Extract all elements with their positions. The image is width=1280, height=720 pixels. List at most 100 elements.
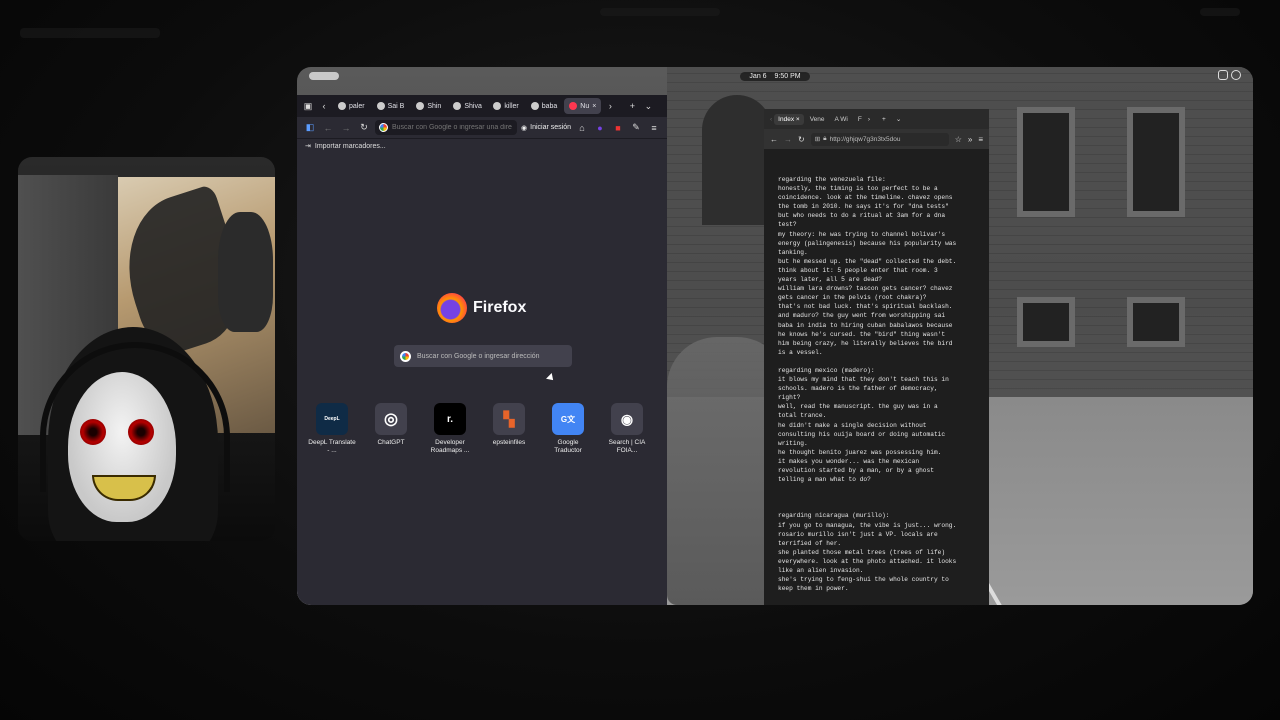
overflow-icon[interactable]: » <box>968 135 972 144</box>
menu-icon[interactable]: ≡ <box>647 121 661 135</box>
browser-tab[interactable]: A Wi <box>831 114 852 125</box>
chevron-down-icon[interactable]: ⌄ <box>896 115 901 123</box>
shortcut-developer-roadmaps[interactable]: r. Developer Roadmaps ... <box>431 403 469 455</box>
search-placeholder: Buscar con Google o ingresar dirección <box>417 352 540 360</box>
chevron-down-icon[interactable]: ⌄ <box>641 99 655 113</box>
bookmarks-bar: ⇥ Importar marcadores... <box>297 139 667 153</box>
tab-label: paler <box>349 102 365 110</box>
wallpaper-window <box>1017 297 1075 347</box>
tab-label: Index <box>778 115 795 123</box>
chevron-right-icon[interactable]: › <box>603 99 617 113</box>
shortcut-cia-foia[interactable]: ◉ Search | CIA FOIA... <box>608 403 646 455</box>
browser-tab-active[interactable]: Index × <box>774 113 804 125</box>
browser-tab[interactable]: Vene <box>806 114 829 125</box>
tab-label: Shiva <box>464 102 482 110</box>
browser-tab[interactable]: Shin <box>411 98 446 114</box>
back-icon[interactable]: ← <box>770 135 778 144</box>
text-browser-tab-bar: ‹ Index × Vene A Wi F › + ⌄ <box>764 109 989 129</box>
tab-overview-icon[interactable]: ▣ <box>301 99 315 113</box>
desktop: Jan 6 9:50 PM ▣ ‹ paler Sai B Shin Shiva… <box>297 67 1253 605</box>
pocket-icon[interactable]: ⌂ <box>575 121 589 135</box>
extensions-puzzle-icon[interactable]: ✎ <box>629 121 643 135</box>
browser-tab[interactable]: Sai B <box>372 98 410 114</box>
bookmark-star-icon[interactable]: ☆ <box>955 135 962 144</box>
account-icon: ◉ <box>521 124 528 132</box>
roadmap-icon: r. <box>434 403 466 435</box>
shortcut-google-translate[interactable]: G文 Google Traductor <box>549 403 587 455</box>
poster-cat <box>218 212 273 332</box>
close-tab-icon[interactable]: × <box>592 103 596 110</box>
background-blur <box>1200 8 1240 16</box>
mouse-cursor-icon <box>546 373 556 383</box>
new-tab-icon[interactable]: + <box>625 99 639 113</box>
sidebar-icon[interactable]: ◧ <box>303 121 317 135</box>
firefox-wordmark: Firefox <box>473 299 527 316</box>
wallpaper-window <box>1127 107 1185 217</box>
chevron-right-icon[interactable]: › <box>868 116 870 123</box>
reload-icon[interactable]: ↻ <box>798 135 805 144</box>
url-text: http://ghjqw7g3n3tx5dou <box>829 135 901 143</box>
firefox-favicon-icon <box>569 102 578 110</box>
system-tray <box>1218 70 1241 80</box>
chevron-left-icon[interactable]: ‹ <box>770 116 772 123</box>
google-icon <box>400 350 411 362</box>
clock-date: Jan 6 <box>749 72 767 80</box>
browser-tab[interactable]: Shiva <box>448 98 486 114</box>
url-input[interactable] <box>392 124 514 131</box>
tab-label: killer <box>504 102 519 110</box>
shortcut-label: Google Traductor <box>554 439 582 454</box>
reload-icon[interactable]: ↻ <box>357 121 371 135</box>
workspace-indicator[interactable] <box>309 72 339 80</box>
sign-in-label: Iniciar sesión <box>530 124 571 131</box>
text-browser-nav-bar: ← → ↻ ⊞ 🔒︎ http://ghjqw7g3n3tx5dou ☆ » ≡ <box>764 129 989 149</box>
url-bar[interactable] <box>375 120 518 135</box>
url-bar[interactable]: ⊞ 🔒︎ http://ghjqw7g3n3tx5dou <box>810 132 949 146</box>
browser-tab[interactable]: F <box>854 114 866 125</box>
menu-icon[interactable]: ≡ <box>978 135 983 144</box>
import-bookmarks-link[interactable]: Importar marcadores... <box>315 143 386 150</box>
shortcut-deepl[interactable]: DeepL DeepL Translate - ... <box>308 403 356 455</box>
browser-tab-active[interactable]: Nu × <box>564 98 602 114</box>
shortcut-label: Search | CIA FOIA... <box>608 439 646 454</box>
sign-in-button[interactable]: ◉ Iniciar sesión <box>521 124 571 132</box>
shortcut-label: Developer Roadmaps ... <box>430 439 470 454</box>
newtab-search-box[interactable]: Buscar con Google o ingresar dirección <box>394 345 572 367</box>
shortcut-chatgpt[interactable]: ◎ ChatGPT <box>372 403 410 455</box>
new-tab-icon[interactable]: + <box>882 116 886 123</box>
window-icon[interactable] <box>1218 70 1228 80</box>
extension-icon[interactable]: ■ <box>611 121 625 135</box>
forward-icon[interactable]: → <box>339 121 353 135</box>
mask-eye-right <box>128 419 154 445</box>
tab-label: Sai B <box>387 102 405 110</box>
wallpaper-window <box>1017 107 1075 217</box>
import-icon: ⇥ <box>305 143 311 150</box>
tab-favicon-icon <box>376 102 385 110</box>
shortcut-epsteinfiles[interactable]: ▚ epsteinfiles <box>490 403 528 455</box>
extension-icon[interactable]: ● <box>593 121 607 135</box>
shortcut-label: epsteinfiles <box>492 439 526 446</box>
browser-tab[interactable]: paler <box>333 98 370 114</box>
cia-seal-icon: ◉ <box>611 403 643 435</box>
tab-label: F <box>857 115 862 123</box>
tab-label: baba <box>541 102 558 110</box>
tab-label: Vene <box>809 115 825 123</box>
browser-tab[interactable]: baba <box>526 98 563 114</box>
tab-label: A Wi <box>834 115 848 123</box>
forward-icon[interactable]: → <box>784 135 792 144</box>
tab-label: Shin <box>427 102 442 110</box>
back-icon[interactable]: ← <box>321 121 335 135</box>
tab-label: Nu <box>580 102 590 110</box>
firefox-window: ▣ ‹ paler Sai B Shin Shiva killer baba N… <box>297 95 667 605</box>
deepl-icon: DeepL <box>316 403 348 435</box>
power-icon[interactable] <box>1231 70 1241 80</box>
screen: Jan 6 9:50 PM ▣ ‹ paler Sai B Shin Shiva… <box>0 0 1280 720</box>
chevron-left-icon[interactable]: ‹ <box>317 99 331 113</box>
tab-favicon-icon <box>530 102 539 110</box>
google-icon <box>379 123 388 132</box>
firefox-nav-bar: ◧ ← → ↻ ◉Iniciar sesión ⌂ ● ■ ✎ ≡ <box>297 117 667 139</box>
browser-tab[interactable]: killer <box>488 98 523 114</box>
webcam-overlay <box>18 157 275 541</box>
clock[interactable]: Jan 6 9:50 PM <box>740 71 810 81</box>
google-translate-icon: G文 <box>552 403 584 435</box>
epsteinfiles-icon: ▚ <box>493 403 525 435</box>
